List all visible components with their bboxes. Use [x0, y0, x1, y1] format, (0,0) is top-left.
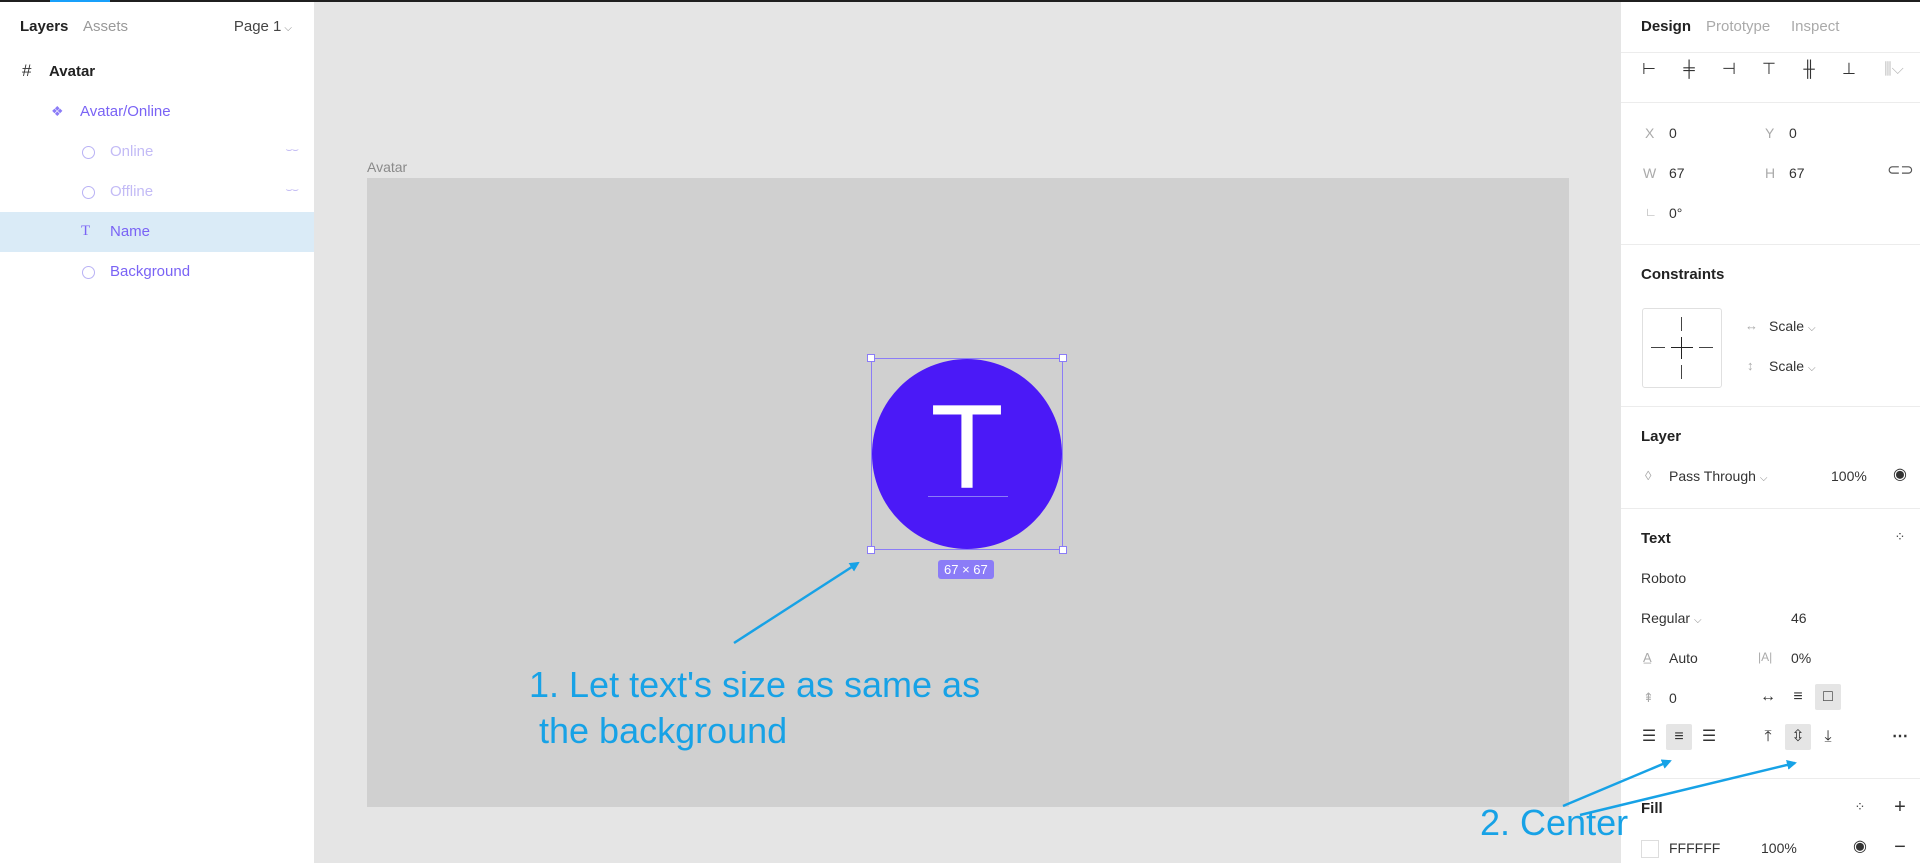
arrow-to-avatar	[733, 561, 860, 645]
annotation-center: 2. Center	[1480, 802, 1629, 843]
annotation-arrows	[733, 561, 1797, 817]
